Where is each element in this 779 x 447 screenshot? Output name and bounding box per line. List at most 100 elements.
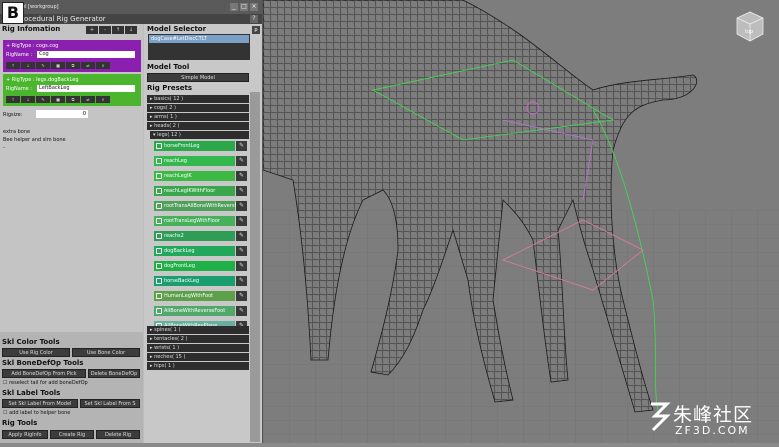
rig-delete-icon[interactable]: × bbox=[96, 96, 110, 103]
rig-up-button[interactable]: ↑ bbox=[6, 62, 20, 69]
edit-preset-icon[interactable]: ✎ bbox=[236, 231, 247, 241]
model-list-item[interactable]: dogCase#LetDiscCTLT bbox=[149, 35, 249, 43]
rig-down-button[interactable]: ↓ bbox=[21, 96, 35, 103]
watermark-cn: 朱峰社区 bbox=[673, 404, 754, 426]
leg-preset-item[interactable]: AllBoneWithReverseFoot bbox=[154, 306, 235, 316]
close-icon[interactable]: × bbox=[250, 3, 258, 11]
edit-preset-icon[interactable]: ✎ bbox=[236, 201, 247, 211]
rig-down-button[interactable]: ↓ bbox=[21, 62, 35, 69]
edit-preset-icon[interactable]: ✎ bbox=[236, 276, 247, 286]
watermark-en: ZF3D.COM bbox=[675, 424, 750, 437]
edit-preset-icon[interactable]: ✎ bbox=[236, 186, 247, 196]
rig-edit-icon[interactable]: ✎ bbox=[36, 96, 50, 103]
add-rig-button[interactable]: + bbox=[86, 26, 98, 34]
rig-tools-title: Rig Tools bbox=[2, 419, 38, 427]
preset-category-hips[interactable]: ▸ hips( 1 ) bbox=[147, 362, 249, 370]
edit-preset-icon[interactable]: ✎ bbox=[236, 216, 247, 226]
move-up-button[interactable]: ↑ bbox=[112, 26, 124, 34]
rig-presets-title: Rig Presets bbox=[147, 84, 192, 92]
preset-category-spines[interactable]: ▸ spines( 1 ) bbox=[147, 326, 249, 334]
edit-preset-icon[interactable]: ✎ bbox=[236, 306, 247, 316]
preset-category-arms[interactable]: ▸ arms( 1 ) bbox=[147, 113, 249, 121]
rig-entry-dogbackleg[interactable]: + RigType : legs.dogBackLeg RigName : Le… bbox=[3, 74, 141, 106]
minimize-icon[interactable]: _ bbox=[230, 3, 238, 11]
use-rig-color-button[interactable]: Use Rig Color bbox=[2, 348, 70, 357]
rig-info-toolbar: + - ↑ ↓ bbox=[86, 26, 137, 34]
model-tool-title: Model Tool bbox=[147, 63, 190, 71]
rig-mirror-icon[interactable]: ⇄ bbox=[81, 62, 95, 69]
set-label-from-s-button[interactable]: Set Skl Label From S bbox=[80, 399, 140, 408]
leg-preset-item[interactable]: reachLegIK bbox=[154, 171, 235, 181]
add-label-checkbox[interactable]: ☐ add label to helper bone bbox=[3, 410, 70, 416]
rig-color-icon[interactable]: ■ bbox=[51, 96, 65, 103]
preset-category-label: cogs( 2 ) bbox=[154, 105, 176, 111]
rig-copy-icon[interactable]: ⧉ bbox=[66, 62, 80, 69]
viewport-3d[interactable] bbox=[262, 0, 779, 443]
rigsize-input[interactable]: 0 bbox=[36, 110, 88, 118]
skl-bonedefop-title: Skl BoneDefOp Tools bbox=[2, 359, 84, 367]
set-label-from-model-button[interactable]: Set Skl Label From Model bbox=[2, 399, 78, 408]
rig-edit-icon[interactable]: ✎ bbox=[36, 62, 50, 69]
leg-preset-item[interactable]: horseBackLeg bbox=[154, 276, 235, 286]
apply-riginfo-button[interactable]: Apply RigInfo bbox=[2, 430, 48, 439]
preset-category-wrists[interactable]: ▸ wrists( 1 ) bbox=[147, 344, 249, 352]
rig-color-icon[interactable]: ■ bbox=[51, 62, 65, 69]
leg-preset-label: reachLeg bbox=[164, 158, 187, 164]
rig-info-title: Rig Infomation bbox=[2, 25, 61, 33]
simple-model-button[interactable]: Simple Model bbox=[147, 73, 249, 82]
info-line: extra bone bbox=[3, 129, 31, 135]
edit-preset-icon[interactable]: ✎ bbox=[236, 261, 247, 271]
edit-preset-icon[interactable]: ✎ bbox=[236, 291, 247, 301]
presets-scrollbar[interactable] bbox=[250, 92, 260, 442]
leg-preset-label: reachLegIK bbox=[164, 173, 192, 179]
preset-category-legs[interactable]: ▾ legs( 12 ) bbox=[150, 131, 249, 139]
preset-icon bbox=[156, 308, 162, 314]
preset-category-label: tentacles( 2 ) bbox=[154, 336, 188, 342]
preset-category-heads[interactable]: ▸ heads( 2 ) bbox=[147, 122, 249, 130]
move-down-button[interactable]: ↓ bbox=[125, 26, 137, 34]
preset-category-basics[interactable]: ▸ basics( 12 ) bbox=[147, 95, 249, 103]
rig-name-input[interactable]: Cog bbox=[37, 51, 135, 58]
reselect-tail-label: reselect tail for add boneDefOp bbox=[9, 380, 88, 386]
leg-preset-item[interactable]: rootTransLegWithFloor bbox=[154, 216, 235, 226]
leg-preset-item[interactable]: rootTransAllBoneWithReversFoot bbox=[154, 201, 245, 211]
window-title: el [workgroup] bbox=[22, 4, 59, 10]
wireframe-scene bbox=[262, 0, 779, 443]
rig-mirror-icon[interactable]: ⇄ bbox=[81, 96, 95, 103]
leg-preset-item[interactable]: horseFrontLeg bbox=[154, 141, 235, 151]
preset-category-cogs[interactable]: ▸ cogs( 2 ) bbox=[147, 104, 249, 112]
view-cube-icon[interactable]: top bbox=[735, 10, 765, 44]
rig-entry-cog[interactable]: + RigType : cogs.cog RigName : Cog ↑ ↓ ✎ ■ ⧉… bbox=[3, 40, 141, 72]
help-button[interactable]: ? bbox=[250, 15, 258, 23]
leg-preset-item[interactable]: reachs2 bbox=[154, 231, 235, 241]
model-selector-list[interactable]: dogCase#LetDiscCTLT bbox=[148, 34, 250, 60]
delete-bonedefop-button[interactable]: Delete BoneDefOp bbox=[88, 369, 140, 378]
checkbox-icon[interactable]: ☐ bbox=[3, 410, 7, 416]
leg-preset-item[interactable]: reachLegIKWithFloor bbox=[154, 186, 235, 196]
leg-preset-item[interactable]: reachLeg bbox=[154, 156, 235, 166]
create-rig-button[interactable]: Create Rig bbox=[50, 430, 94, 439]
rig-delete-icon[interactable]: × bbox=[96, 62, 110, 69]
checkbox-icon[interactable]: ☐ bbox=[3, 380, 7, 386]
preset-icon bbox=[156, 293, 162, 299]
maximize-icon[interactable]: □ bbox=[240, 3, 248, 11]
preset-category-neches[interactable]: ▸ neches( 15 ) bbox=[147, 353, 249, 361]
leg-preset-item[interactable]: dogFrontLeg bbox=[154, 261, 235, 271]
leg-preset-item[interactable]: HumanLegWithFoot bbox=[154, 291, 235, 301]
add-bonedefop-button[interactable]: Add BoneDefOp From Pick bbox=[2, 369, 86, 378]
edit-preset-icon[interactable]: ✎ bbox=[236, 141, 247, 151]
reselect-tail-checkbox[interactable]: ☐ reselect tail for add boneDefOp bbox=[3, 380, 88, 386]
leg-preset-item[interactable]: dogBackLeg bbox=[154, 246, 235, 256]
delete-rig-button[interactable]: Delete Rig bbox=[96, 430, 140, 439]
rigsize-label: Rigsize: bbox=[3, 112, 23, 118]
use-bone-color-button[interactable]: Use Bone Color bbox=[72, 348, 140, 357]
preset-category-tentacles[interactable]: ▸ tentacles( 2 ) bbox=[147, 335, 249, 343]
rig-copy-icon[interactable]: ⧉ bbox=[66, 96, 80, 103]
edit-preset-icon[interactable]: ✎ bbox=[236, 246, 247, 256]
edit-preset-icon[interactable]: ✎ bbox=[236, 156, 247, 166]
pick-model-button[interactable]: p bbox=[252, 26, 260, 34]
remove-rig-button[interactable]: - bbox=[99, 26, 111, 34]
rig-name-input[interactable]: LeftBackLeg bbox=[37, 85, 135, 92]
edit-preset-icon[interactable]: ✎ bbox=[236, 171, 247, 181]
rig-up-button[interactable]: ↑ bbox=[6, 96, 20, 103]
